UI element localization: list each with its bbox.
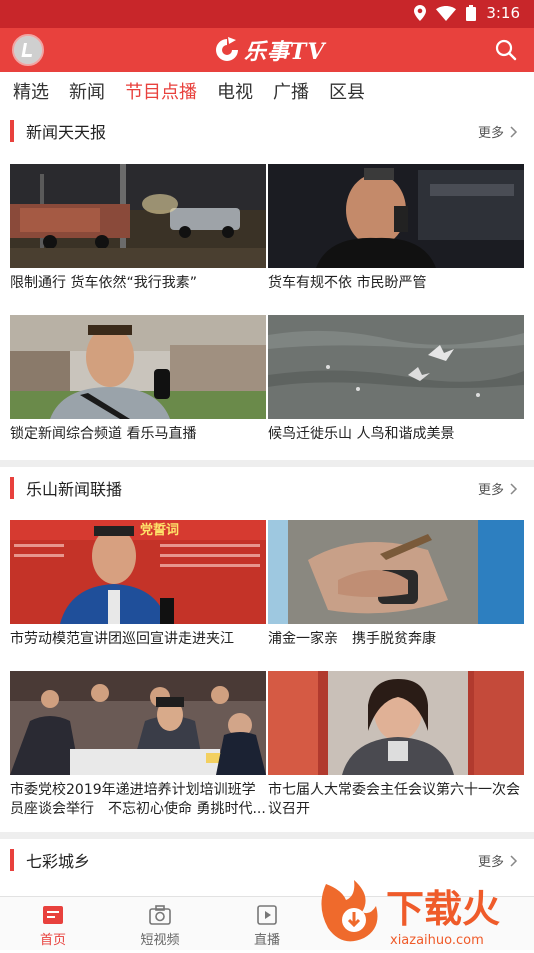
nav-short-video-label: 短视频	[140, 933, 180, 948]
section-leshan-news: 乐山新闻联播 更多 党誓词 市劳动模范宣讲团巡回宣讲走进夹江 浦金一家亲 携手脱…	[0, 467, 534, 832]
video-title: 市七届人大常委会主任会议第六十一次会议召开	[268, 782, 520, 817]
category-tabs: 精选 新闻 节目点播 电视 广播 区县	[0, 72, 534, 110]
section-header: 新闻天天报 更多	[0, 110, 534, 150]
app-logo: 乐事TV	[214, 35, 325, 65]
tab-featured[interactable]: 精选	[13, 78, 49, 104]
more-label: 更多	[477, 483, 504, 498]
status-bar: 3:16	[0, 0, 534, 28]
battery-icon	[466, 5, 477, 21]
more-label: 更多	[477, 855, 504, 870]
logo-mark-icon	[216, 37, 238, 61]
avatar[interactable]	[12, 34, 44, 66]
video-title: 限制通行 货车依然“我行我素”	[10, 275, 197, 291]
app-header: 乐事TV	[0, 28, 534, 72]
nav-short-video[interactable]: 短视频	[120, 903, 200, 948]
chevron-right-icon	[510, 854, 518, 867]
section-header: 七彩城乡 更多	[0, 839, 534, 879]
video-title: 市委党校2019年递进培养计划培训班学员座谈会举行 不忘初心使命 勇挑时代...	[10, 782, 266, 817]
home-icon	[43, 906, 63, 924]
section-title: 乐山新闻联播	[26, 480, 123, 499]
location-icon	[414, 5, 427, 21]
nav-live-label: 直播	[253, 933, 280, 948]
video-thumbnail: 党誓词	[10, 520, 266, 624]
app-logo-text: 乐事TV	[244, 39, 326, 65]
nav-home[interactable]: 首页	[13, 903, 93, 948]
video-thumbnail	[268, 671, 524, 775]
tab-news[interactable]: 新闻	[69, 78, 105, 104]
watermark-title: 下载火	[386, 887, 500, 931]
banner-text: 党誓词	[140, 522, 179, 538]
nav-home-label: 首页	[39, 933, 66, 948]
more-link[interactable]: 更多	[478, 479, 518, 498]
video-title: 市劳动模范宣讲团巡回宣讲走进夹江	[10, 631, 234, 647]
video-thumbnail	[268, 315, 524, 419]
tab-tv[interactable]: 电视	[217, 78, 253, 104]
camera-icon	[149, 905, 171, 925]
section-divider	[0, 832, 534, 839]
chevron-right-icon	[510, 125, 518, 138]
play-icon	[257, 905, 277, 925]
tab-radio[interactable]: 广播	[273, 78, 309, 104]
video-title: 候鸟迁徙乐山 人鸟和谐成美景	[268, 426, 455, 442]
section-accent-bar	[10, 120, 14, 142]
section-header: 乐山新闻联播 更多	[0, 467, 534, 507]
tab-districts[interactable]: 区县	[329, 78, 365, 104]
video-thumbnail	[10, 164, 266, 268]
status-time: 3:16	[486, 4, 520, 22]
tab-programs[interactable]: 节目点播	[125, 78, 197, 104]
video-thumbnail	[268, 164, 524, 268]
video-thumbnail	[10, 671, 266, 775]
more-link[interactable]: 更多	[478, 122, 518, 141]
section-news-daily: 新闻天天报 更多 限制通行 货车依然“我行我素” 货车有规不依 市民盼严管 锁定…	[0, 110, 534, 460]
section-title: 七彩城乡	[26, 852, 91, 871]
search-icon	[495, 39, 517, 61]
video-thumbnail	[268, 520, 524, 624]
search-button[interactable]	[494, 38, 518, 62]
nav-live[interactable]: 直播	[227, 903, 307, 948]
user-avatar-icon	[14, 36, 42, 64]
section-accent-bar	[10, 477, 14, 499]
watermark-logo: 下载火 xiazaihuo.com	[312, 876, 534, 949]
section-divider	[0, 460, 534, 467]
chevron-right-icon	[510, 482, 518, 495]
watermark-url: xiazaihuo.com	[390, 933, 484, 948]
more-link[interactable]: 更多	[478, 851, 518, 870]
more-label: 更多	[477, 126, 504, 141]
section-title: 新闻天天报	[26, 123, 107, 142]
wifi-icon	[436, 5, 457, 21]
video-title: 锁定新闻综合频道 看乐马直播	[10, 426, 197, 442]
section-accent-bar	[10, 849, 14, 871]
video-thumbnail	[10, 315, 266, 419]
video-title: 浦金一家亲 携手脱贫奔康	[268, 631, 436, 647]
video-title: 货车有规不依 市民盼严管	[268, 275, 427, 291]
